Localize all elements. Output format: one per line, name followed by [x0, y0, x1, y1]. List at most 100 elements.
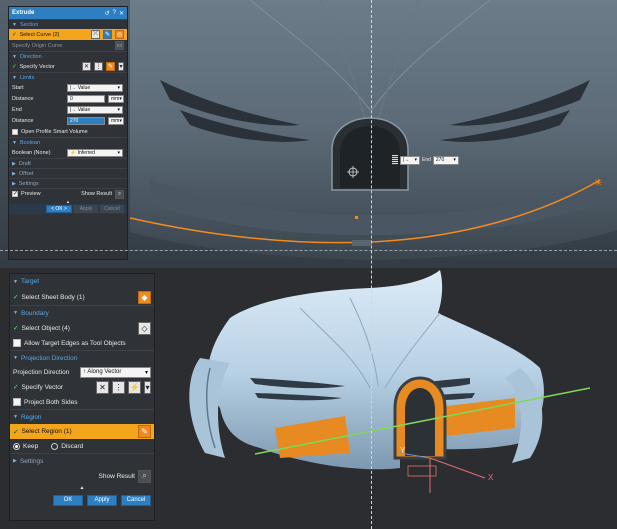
offset-header[interactable]: ▶ Offset [9, 168, 127, 178]
direction-header[interactable]: ▼ Direction [9, 51, 127, 61]
vector-inferred-icon[interactable]: ✎ [106, 62, 115, 71]
discard-radio[interactable] [51, 442, 59, 450]
collapse-arrow-icon: ▼ [12, 53, 17, 60]
vector-dialog-icon[interactable]: ⋮ [112, 380, 125, 394]
svg-text:✳: ✳ [594, 178, 602, 189]
expand-arrow-icon: ▶ [12, 170, 16, 177]
inferred-icon: ⚡ [70, 149, 77, 156]
select-sheet-body-row[interactable]: ✓ Select Sheet Body (1) ◆ [10, 289, 154, 305]
limits-header[interactable]: ▼ Limits [9, 72, 127, 82]
show-result-icon[interactable]: ⌕ [138, 469, 151, 483]
select-body-icon[interactable]: ◆ [138, 290, 151, 304]
ok-button[interactable]: OK [53, 494, 83, 506]
cancel-button[interactable]: Cancel [121, 494, 151, 506]
reset-icon[interactable]: ↺ [105, 10, 110, 17]
allow-target-edges-row[interactable]: Allow Target Edges as Tool Objects [10, 336, 154, 350]
open-profile-checkbox[interactable] [12, 128, 18, 135]
distance-start-row: Distance 0 mm ▾ [9, 93, 127, 104]
reverse-direction-icon[interactable]: ✕ [96, 380, 109, 394]
specify-vector-row[interactable]: ✓ Specify Vector ✕ ⋮ ⚡ ▾ [10, 379, 154, 395]
check-icon: ✓ [13, 294, 19, 301]
triangle-up-icon[interactable]: ▲ [80, 485, 85, 491]
project-both-sides-row[interactable]: Project Both Sides [10, 395, 154, 409]
projection-dropdown[interactable]: ↑ Along Vector ▾ [80, 366, 151, 378]
end-label: End [422, 157, 431, 163]
reverse-direction-icon[interactable]: ✕ [82, 62, 91, 71]
distance-start-unit[interactable]: mm ▾ [108, 94, 124, 103]
end-type-dropdown[interactable]: |→ ▾ [400, 155, 420, 165]
keep-radio[interactable] [13, 442, 20, 450]
specify-vector-row[interactable]: ✓ Specify Vector ✕ ⋮ ✎ ▾ [9, 61, 127, 72]
collapse-arrow-icon: ▼ [12, 21, 17, 28]
apply-button[interactable]: Apply [87, 494, 117, 506]
projection-header[interactable]: ▼ Projection Direction [10, 350, 154, 365]
open-profile-row[interactable]: Open Profile Smart Volume [9, 126, 127, 137]
collapse-arrow-icon: ▼ [12, 74, 17, 81]
help-icon[interactable]: ? [113, 10, 116, 17]
distance-end-input[interactable]: 270 [67, 116, 105, 125]
vector-inferred-icon[interactable]: ⚡ [128, 380, 141, 394]
horizontal-divider [0, 250, 617, 251]
extrude-titlebar: Extrude ↺ ? ✕ [9, 7, 127, 19]
select-region-row[interactable]: ✓ Select Region (1) ✎ [10, 424, 154, 439]
sketch-icon[interactable]: ✎ [103, 30, 112, 39]
start-row: Start |→ Value ▾ [9, 82, 127, 93]
apply-button[interactable]: Apply [74, 205, 98, 213]
check-icon: ✓ [13, 384, 19, 391]
curve-rule-icon[interactable]: ⤫ [91, 30, 100, 39]
project-both-sides-checkbox[interactable] [13, 398, 21, 406]
vector-dropdown-icon[interactable]: ▾ [118, 62, 124, 71]
dialog-buttons: OK Apply Cancel [10, 492, 154, 508]
keep-discard-row: Keep Discard [10, 439, 154, 453]
collapse-arrow-icon: ▼ [13, 414, 18, 420]
preview-row: Preview Show Result ⌕ [9, 188, 127, 199]
collapse-arrow-icon: ▼ [13, 278, 18, 285]
origin-curve-icon[interactable]: ▭ [115, 41, 124, 50]
boolean-header[interactable]: ▼ Boolean [9, 137, 127, 147]
region-header[interactable]: ▼ Region [10, 409, 154, 424]
check-icon: ✓ [12, 63, 17, 70]
handle-grip-icon[interactable] [392, 155, 398, 165]
collapse-arrow-icon: ▼ [13, 355, 18, 361]
select-object-icon[interactable]: ◇ [138, 321, 151, 335]
end-value-field[interactable]: 270 ▾ [432, 155, 459, 165]
ok-button[interactable]: < OK > [46, 205, 72, 213]
vector-dropdown-icon[interactable]: ▾ [144, 380, 151, 394]
vertical-divider [371, 0, 372, 529]
distance-end-unit[interactable]: mm ▾ [108, 116, 124, 125]
end-dropdown[interactable]: |→ Value ▾ [67, 105, 123, 114]
allow-target-edges-checkbox[interactable] [13, 339, 21, 347]
expand-arrow-icon: ▶ [13, 458, 17, 464]
boolean-dropdown[interactable]: ⚡ Inferred ▾ [67, 148, 123, 157]
select-curve-row[interactable]: ✓ Select Curve (2) ⤫ ✎ ◎ [9, 29, 127, 40]
preview-checkbox[interactable] [12, 190, 18, 197]
vector-arrow-icon: ↑ [83, 369, 86, 375]
section-header[interactable]: ▼ Section [9, 19, 127, 29]
settings-header[interactable]: ▶ Settings [10, 453, 154, 468]
expand-toggle-row[interactable]: ▲ [10, 484, 154, 492]
expand-arrow-icon: ▶ [12, 180, 16, 187]
triangle-up-icon[interactable]: ▲ [66, 199, 70, 204]
select-object-row[interactable]: ✓ Select Object (4) ◇ [10, 320, 154, 336]
start-dropdown[interactable]: |→ Value ▾ [67, 83, 123, 92]
distance-start-input[interactable]: 0 [67, 94, 105, 103]
target-header[interactable]: ▼ Target [10, 274, 154, 289]
show-result-row: Show Result ⌕ [10, 468, 154, 484]
vector-dialog-icon[interactable]: ⋮ [94, 62, 103, 71]
select-region-icon[interactable]: ✎ [138, 425, 151, 438]
draft-header[interactable]: ▶ Draft [9, 158, 127, 168]
cancel-button[interactable]: Cancel [100, 205, 124, 213]
settings-header[interactable]: ▶ Settings [9, 178, 127, 188]
end-distance-widget[interactable]: |→ ▾ End 270 ▾ [392, 155, 459, 165]
boolean-row: Boolean (None) ⚡ Inferred ▾ [9, 147, 127, 158]
collapse-arrow-icon: ▼ [12, 139, 17, 146]
check-icon: ✓ [13, 325, 19, 332]
boundary-header[interactable]: ▼ Boundary [10, 305, 154, 320]
check-icon: ✓ [12, 31, 17, 38]
axis-x-label: X [488, 473, 494, 482]
close-icon[interactable]: ✕ [119, 10, 124, 17]
specify-origin-curve-row[interactable]: Specify Origin Curve ▭ [9, 40, 127, 51]
show-result-icon[interactable]: ⌕ [115, 189, 124, 199]
check-icon: ✓ [13, 428, 19, 436]
select-curve-icon[interactable]: ◎ [115, 30, 124, 39]
